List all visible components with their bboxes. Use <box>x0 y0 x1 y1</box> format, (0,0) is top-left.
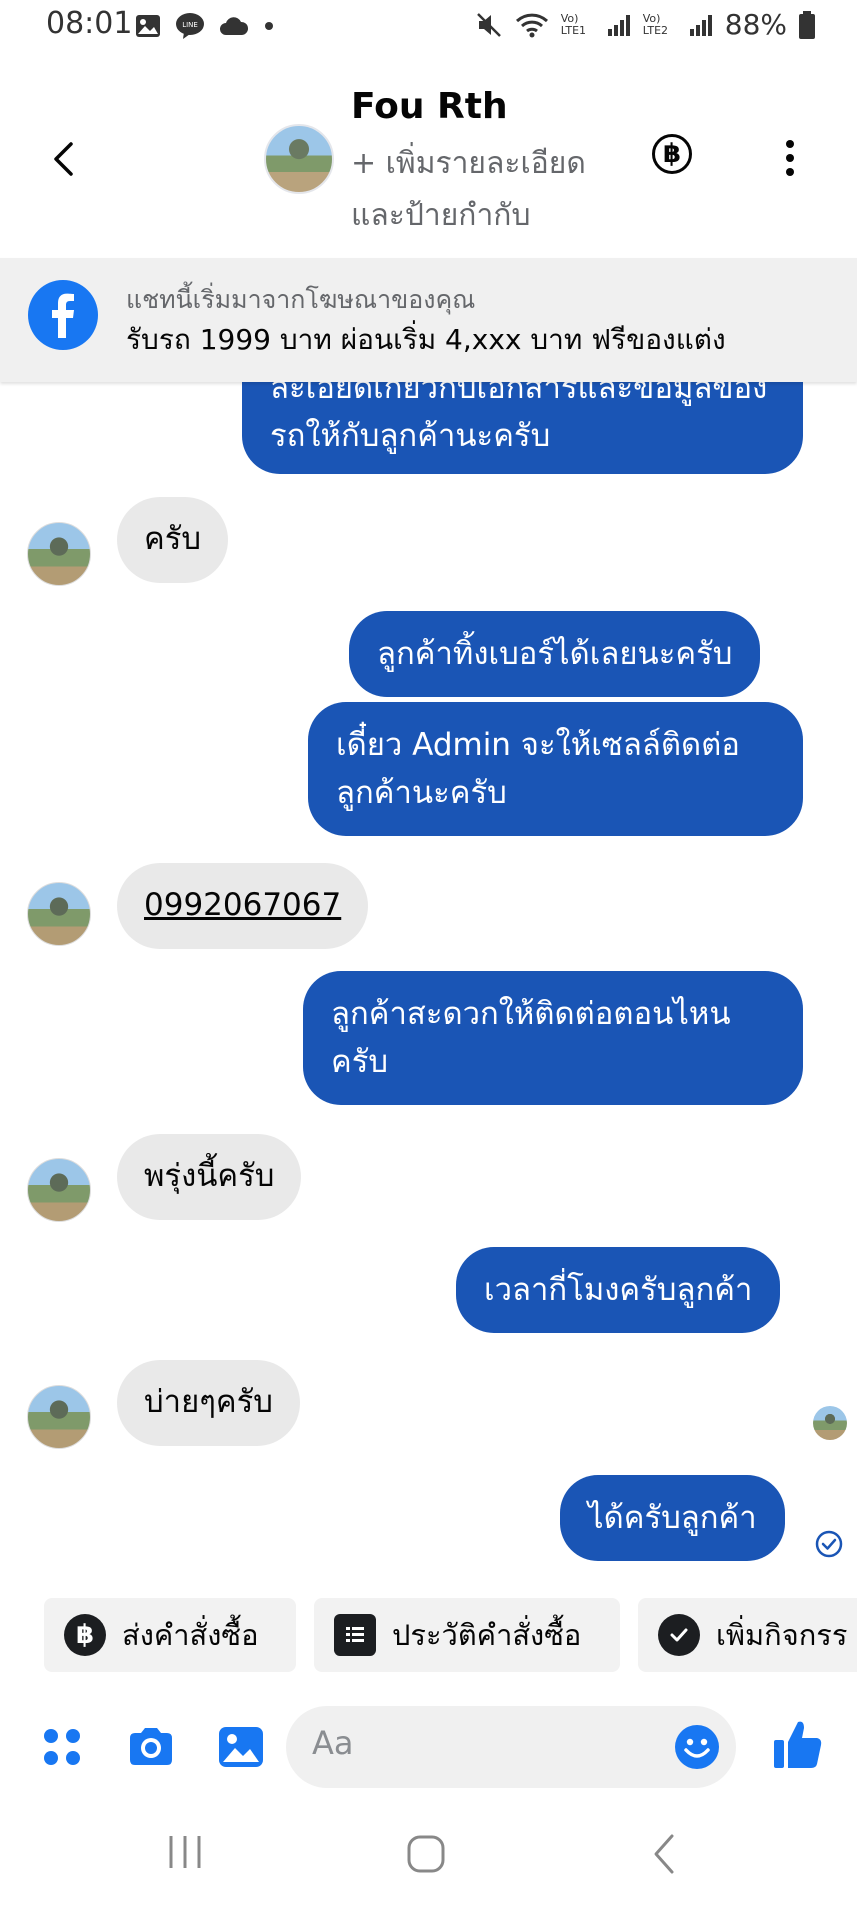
home-icon[interactable] <box>404 1832 448 1876</box>
more-options-icon[interactable] <box>780 138 800 178</box>
message-bubble-outgoing[interactable]: ลูกค้าสะดวกให้ติดต่อตอนไหนครับ <box>303 971 803 1105</box>
android-navigation-bar <box>0 1812 857 1911</box>
mute-icon <box>476 12 501 37</box>
message-bubble-outgoing[interactable]: เวลากี่โมงครับลูกค้า <box>456 1247 781 1333</box>
ad-origin-caption: แชทนี้เริ่มมาจากโฆษณาของคุณ <box>126 285 476 314</box>
status-bar: 08:01 LINE Vo) LTE1 Vo) LTE2 88% <box>0 0 857 56</box>
svg-text:LINE: LINE <box>182 21 198 29</box>
cloud-icon <box>220 17 249 35</box>
gallery-icon[interactable] <box>216 1722 266 1772</box>
ad-title: รับรถ 1999 บาท ผ่อนเริ่ม 4,xxx บาท ฟรีขอ… <box>126 323 726 356</box>
phone-number-link[interactable]: 0992067067 <box>144 887 341 923</box>
back-nav-icon[interactable] <box>650 1832 680 1876</box>
message-input[interactable]: Aa <box>286 1706 736 1788</box>
emoji-icon[interactable] <box>674 1724 720 1770</box>
wifi-icon <box>515 13 548 37</box>
recent-apps-icon[interactable] <box>165 1832 205 1872</box>
baht-icon[interactable]: ฿ <box>652 134 692 174</box>
sim1-label: Vo) LTE1 <box>560 11 587 37</box>
message-list[interactable]: ละเอียดเกี่ยวกับเอกสารและข้อมูลของรถให้ก… <box>0 382 857 1592</box>
message-bubble-outgoing[interactable]: ลูกค้าทิ้งเบอร์ได้เลยนะครับ <box>349 611 761 697</box>
message-bubble-incoming[interactable]: บ่ายๆครับ <box>117 1360 300 1446</box>
delivered-check-icon <box>815 1530 843 1558</box>
seen-receipt-avatar <box>813 1406 847 1440</box>
message-composer: Aa <box>0 1700 857 1796</box>
message-bubble-incoming[interactable]: 0992067067 <box>117 863 369 949</box>
signal-icon-2 <box>689 14 712 36</box>
facebook-icon <box>28 280 98 350</box>
sender-avatar[interactable] <box>27 1385 91 1449</box>
message-bubble-outgoing[interactable]: ได้ครับลูกค้า <box>560 1475 785 1561</box>
sender-avatar[interactable] <box>27 1158 91 1222</box>
baht-icon: ฿ <box>64 1614 106 1656</box>
list-icon <box>334 1614 376 1656</box>
apps-menu-icon[interactable] <box>38 1722 88 1772</box>
contact-avatar[interactable] <box>264 124 334 194</box>
message-bubble-outgoing[interactable]: ละเอียดเกี่ยวกับเอกสารและข้อมูลของรถให้ก… <box>242 382 803 474</box>
dot-icon <box>265 22 273 30</box>
back-arrow-icon[interactable] <box>40 134 90 184</box>
thumbs-up-icon[interactable] <box>772 1716 824 1772</box>
sim2-label: Vo) LTE2 <box>642 11 669 37</box>
ad-origin-banner[interactable]: แชทนี้เริ่มมาจากโฆษณาของคุณ รับรถ 1999 บ… <box>0 258 857 382</box>
line-app-icon: LINE <box>176 13 204 39</box>
order-history-button[interactable]: ประวัติคำสั่งซื้อ <box>314 1598 620 1672</box>
message-bubble-incoming[interactable]: ครับ <box>117 497 229 583</box>
camera-icon[interactable] <box>126 1722 176 1772</box>
add-activity-button[interactable]: เพิ่มกิจกรร <box>638 1598 857 1672</box>
notification-icons: LINE <box>135 12 275 40</box>
status-time: 08:01 <box>46 6 133 41</box>
signal-icon <box>607 14 630 36</box>
gallery-notification-icon <box>136 15 160 37</box>
contact-name[interactable]: Fou Rth <box>351 86 508 127</box>
battery-icon <box>799 10 815 39</box>
message-bubble-incoming[interactable]: พรุ่งนี้ครับ <box>117 1134 302 1220</box>
send-order-button[interactable]: ฿ ส่งคำสั่งซื้อ <box>44 1598 296 1672</box>
sender-avatar[interactable] <box>27 882 91 946</box>
status-right: Vo) LTE1 Vo) LTE2 88% <box>475 8 815 41</box>
add-details-link[interactable]: + เพิ่มรายละเอียดและป้ายกำกับ <box>351 138 621 242</box>
message-input-placeholder: Aa <box>312 1724 354 1762</box>
message-bubble-outgoing[interactable]: เดี๋ยว Admin จะให้เซลล์ติดต่อลูกค้านะครั… <box>308 702 803 836</box>
quick-actions-bar: ฿ ส่งคำสั่งซื้อ ประวัติคำสั่งซื้อ เพิ่มก… <box>0 1598 857 1678</box>
check-icon <box>658 1614 700 1656</box>
conversation-header: Fou Rth + เพิ่มรายละเอียดและป้ายกำกับ ฿ <box>0 56 857 256</box>
battery-percent: 88% <box>724 8 787 41</box>
sender-avatar[interactable] <box>27 522 91 586</box>
